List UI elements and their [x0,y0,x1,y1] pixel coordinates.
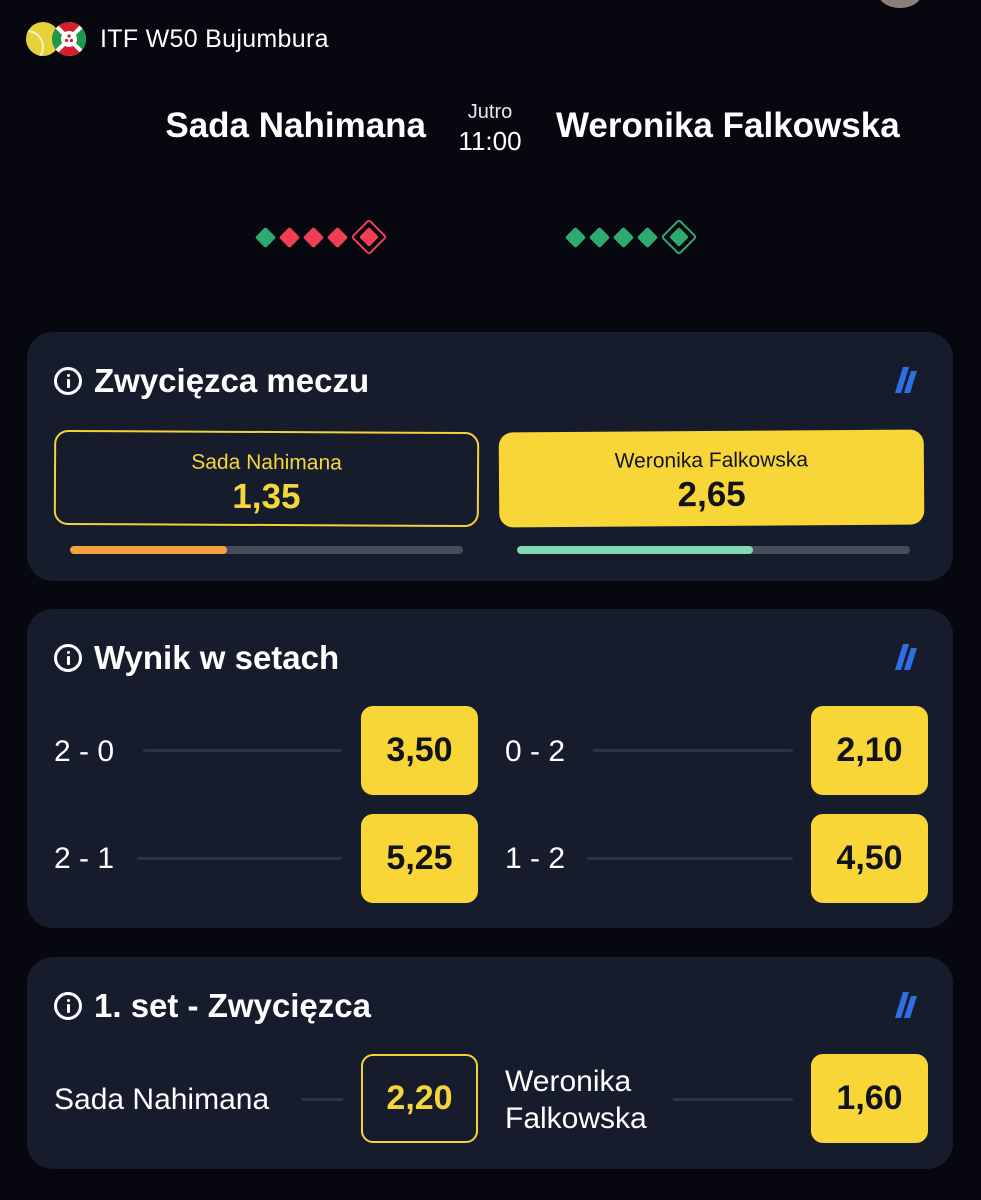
divider [301,1098,343,1101]
probability-bar-player2 [517,546,910,554]
odds-button-player1[interactable]: Sada Nahimana 1,35 [53,429,480,528]
divider [137,857,342,860]
odds-button[interactable]: 1,60 [811,1054,928,1143]
form-loss-icon [326,226,349,248]
divider [593,749,793,752]
probability-bar-player1 [70,546,463,554]
form-last-loss-icon [350,218,388,256]
market-match-winner: Zwycięzca meczu Sada Nahimana 1,35 Weron… [27,332,953,581]
market-title: Wynik w setach [94,639,340,676]
market-first-set-winner: 1. set - Zwycięzca Sada Nahimana 2,20 We… [27,957,953,1169]
odds-button[interactable]: 5,25 [361,814,478,903]
form-win-icon [636,226,659,248]
tournament-name[interactable]: ITF W50 Bujumbura [100,25,329,54]
player-label-line: Falkowska [505,1102,647,1135]
score-label: 2 - 0 [54,735,115,768]
match-hour: 11:00 [458,126,522,156]
market-title: Zwycięzca meczu [94,362,370,399]
boost-icon[interactable] [891,365,921,395]
odds-button[interactable]: 4,50 [811,814,928,903]
boost-icon[interactable] [891,990,921,1020]
player1-form [254,218,388,256]
market-title: 1. set - Zwycięzca [94,987,371,1024]
odds-value: 1,35 [232,476,301,517]
tournament-header[interactable]: ITF W50 Bujumbura [26,22,329,56]
match-day: Jutro [467,101,513,123]
odds-player-name: Weronika Falkowska [614,448,809,473]
player2-name[interactable]: Weronika Falkowska [556,106,900,146]
market-set-score: Wynik w setach 2 - 0 3,50 0 - 2 2,10 2 -… [27,609,953,928]
score-label: 2 - 1 [54,842,115,875]
form-win-icon [612,226,635,248]
info-icon[interactable] [54,992,82,1020]
divider [587,857,793,860]
odds-button[interactable]: 3,50 [361,706,478,795]
form-win-icon [254,226,277,248]
probability-fill [517,546,753,554]
divider [673,1098,793,1101]
score-label: 1 - 2 [505,842,566,875]
player-label: Weronika Falkowska [505,1063,647,1137]
probability-fill [70,546,228,554]
form-last-win-icon [660,218,698,256]
odds-value: 2,65 [677,474,746,515]
form-win-icon [588,226,611,248]
odds-button-player2[interactable]: Weronika Falkowska 2,65 [498,429,925,528]
boost-icon[interactable] [891,642,921,672]
match-time: Jutro 11:00 [440,101,540,157]
market-header: Zwycięzca meczu [54,362,369,400]
player2-form [564,218,698,256]
divider [143,749,342,752]
odds-player-name: Sada Nahimana [191,450,342,475]
score-label: 0 - 2 [505,735,566,768]
player-label: Sada Nahimana [54,1083,270,1116]
info-icon[interactable] [54,644,82,672]
form-loss-icon [302,226,325,248]
info-icon[interactable] [54,367,82,395]
odds-button[interactable]: 2,10 [811,706,928,795]
market-header: Wynik w setach [54,639,339,677]
player1-name[interactable]: Sada Nahimana [165,106,426,146]
form-loss-icon [278,226,301,248]
odds-button[interactable]: 2,20 [361,1054,478,1143]
player-label-line: Weronika [505,1065,632,1098]
form-win-icon [564,226,587,248]
burundi-flag-icon [52,22,86,56]
market-header: 1. set - Zwycięzca [54,987,371,1025]
avatar[interactable] [878,0,922,8]
